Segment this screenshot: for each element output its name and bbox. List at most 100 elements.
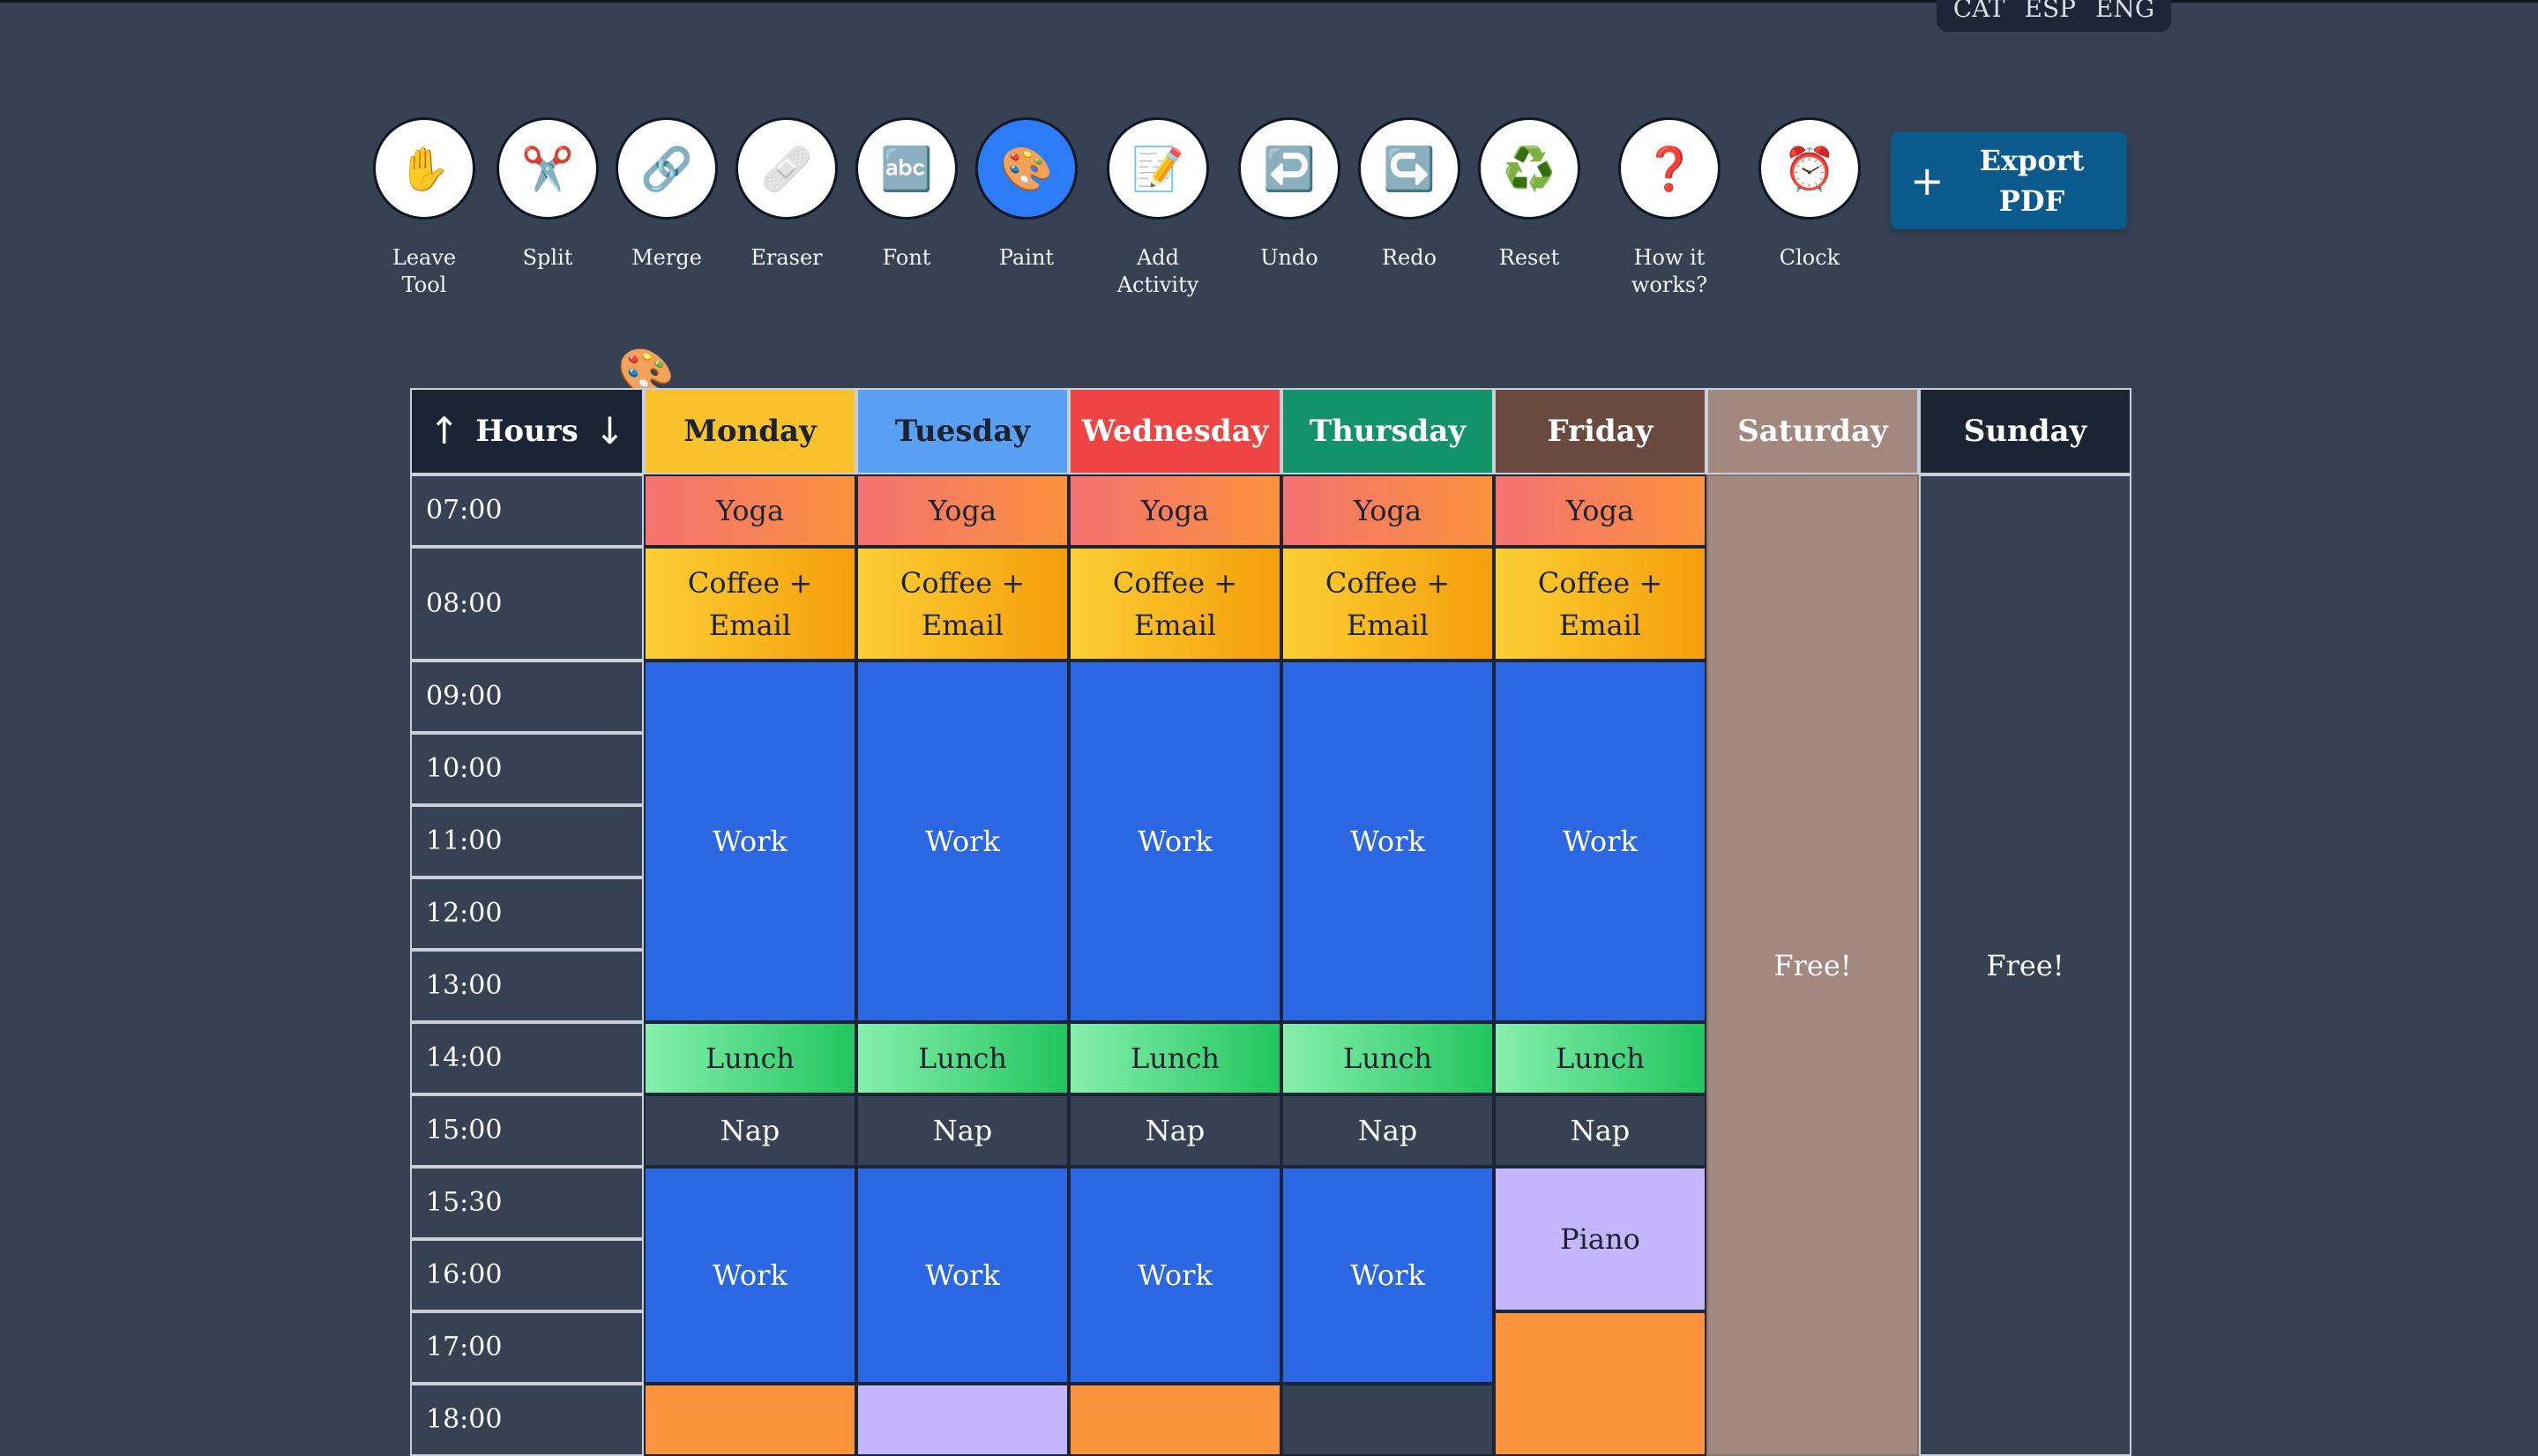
activity-work-tuesday[interactable]: Work [856, 1167, 1069, 1384]
activity-label: Work [713, 825, 788, 858]
activity-yoga-friday[interactable]: Yoga [1494, 474, 1706, 547]
activity-label: Work [1350, 825, 1425, 858]
lang-cat[interactable]: CAT [1953, 0, 2005, 21]
activity-yoga-wednesday[interactable]: Yoga [1069, 474, 1281, 547]
plus-icon: + [1910, 157, 1945, 205]
hour-cell: 15:30 [410, 1167, 644, 1239]
hour-cell: 11:00 [410, 805, 644, 877]
activity-lunch-thursday[interactable]: Lunch [1281, 1022, 1494, 1094]
activity-label: Lunch [918, 1042, 1007, 1075]
palette-icon: 🎨 [975, 117, 1078, 220]
activity-label: Yoga [715, 494, 785, 527]
activity-label: Coffee + Email [1537, 565, 1663, 642]
activity-block-tuesday[interactable] [856, 1384, 1069, 1456]
activity-nap-tuesday[interactable]: Nap [856, 1094, 1069, 1167]
reset-button[interactable]: ♻️ Reset [1459, 117, 1600, 272]
activity-coffee-tuesday[interactable]: Coffee + Email [856, 547, 1069, 661]
day-header-wednesday[interactable]: Wednesday [1069, 388, 1281, 474]
activity-free-sunday[interactable]: Free! [1919, 474, 2131, 1456]
hour-cell: 07:00 [410, 474, 644, 547]
activity-label: Work [925, 825, 1000, 858]
add-activity-label: Add Activity [1116, 245, 1199, 297]
lang-esp[interactable]: ESP [2025, 0, 2076, 21]
activity-label: Piano [1560, 1222, 1640, 1256]
activity-label: Yoga [1565, 494, 1635, 527]
hours-down-arrow-icon[interactable]: ↓ [594, 410, 625, 452]
activity-block-friday[interactable] [1494, 1311, 1706, 1456]
activity-block-monday[interactable] [644, 1384, 856, 1456]
activity-lunch-tuesday[interactable]: Lunch [856, 1022, 1069, 1094]
activity-piano-friday[interactable]: Piano [1494, 1167, 1706, 1311]
alarm-clock-icon: ⏰ [1758, 117, 1861, 220]
hand-icon: ✋ [373, 117, 475, 220]
clock-label: Clock [1779, 245, 1840, 270]
hour-cell: 10:00 [410, 733, 644, 805]
hours-up-arrow-icon[interactable]: ↑ [429, 410, 459, 452]
activity-label: Work [1563, 825, 1638, 858]
activity-coffee-friday[interactable]: Coffee + Email [1494, 547, 1706, 661]
help-label: How it works? [1631, 245, 1708, 297]
export-pdf-button[interactable]: + Export PDF [1891, 132, 2127, 229]
activity-yoga-thursday[interactable]: Yoga [1281, 474, 1494, 547]
activity-work-tuesday[interactable]: Work [856, 661, 1069, 1022]
hour-cell: 13:00 [410, 950, 644, 1022]
undo-icon: ↩️ [1238, 117, 1340, 220]
day-header-monday[interactable]: Monday [644, 388, 856, 474]
activity-yoga-monday[interactable]: Yoga [644, 474, 856, 547]
activity-label: Lunch [1131, 1042, 1220, 1075]
leave-tool-button[interactable]: ✋ Leave Tool [354, 117, 495, 299]
activity-label: Nap [1145, 1114, 1206, 1147]
reset-label: Reset [1498, 245, 1560, 270]
scissors-icon: ✂️ [496, 117, 599, 220]
day-header-tuesday[interactable]: Tuesday [856, 388, 1069, 474]
activity-nap-monday[interactable]: Nap [644, 1094, 856, 1167]
activity-coffee-monday[interactable]: Coffee + Email [644, 547, 856, 661]
activity-coffee-wednesday[interactable]: Coffee + Email [1069, 547, 1281, 661]
lang-eng[interactable]: ENG [2095, 0, 2154, 21]
activity-work-wednesday[interactable]: Work [1069, 1167, 1281, 1384]
day-header-thursday[interactable]: Thursday [1281, 388, 1494, 474]
activity-block-thursday[interactable] [1281, 1384, 1494, 1456]
activity-label: Nap [932, 1114, 993, 1147]
day-header-saturday[interactable]: Saturday [1706, 388, 1919, 474]
recycle-icon: ♻️ [1478, 117, 1580, 220]
paint-button[interactable]: 🎨 Paint [956, 117, 1097, 272]
activity-work-wednesday[interactable]: Work [1069, 661, 1281, 1022]
activity-lunch-friday[interactable]: Lunch [1494, 1022, 1706, 1094]
activity-label: Coffee + Email [899, 565, 1026, 642]
activity-nap-thursday[interactable]: Nap [1281, 1094, 1494, 1167]
activity-yoga-tuesday[interactable]: Yoga [856, 474, 1069, 547]
activity-lunch-monday[interactable]: Lunch [644, 1022, 856, 1094]
activity-work-thursday[interactable]: Work [1281, 661, 1494, 1022]
activity-work-monday[interactable]: Work [644, 661, 856, 1022]
clock-button[interactable]: ⏰ Clock [1739, 117, 1880, 272]
activity-label: Work [1350, 1258, 1425, 1292]
activity-label: Nap [1357, 1114, 1418, 1147]
day-header-friday[interactable]: Friday [1494, 388, 1706, 474]
activity-label: Yoga [1140, 494, 1210, 527]
activity-nap-friday[interactable]: Nap [1494, 1094, 1706, 1167]
hour-cell: 18:00 [410, 1384, 644, 1456]
add-activity-button[interactable]: 📝 Add Activity [1087, 117, 1228, 299]
activity-lunch-wednesday[interactable]: Lunch [1069, 1022, 1281, 1094]
activity-coffee-thursday[interactable]: Coffee + Email [1281, 547, 1494, 661]
activity-work-friday[interactable]: Work [1494, 661, 1706, 1022]
abc-icon: 🔤 [855, 117, 958, 220]
activity-work-monday[interactable]: Work [644, 1167, 856, 1384]
hour-cell: 16:00 [410, 1239, 644, 1311]
export-label-line1: Export [1979, 144, 2085, 177]
activity-block-wednesday[interactable] [1069, 1384, 1281, 1456]
memo-icon: 📝 [1107, 117, 1209, 220]
activity-label: Yoga [928, 494, 997, 527]
activity-label: Coffee + Email [1112, 565, 1238, 642]
hour-cell: 12:00 [410, 877, 644, 950]
activity-free-saturday[interactable]: Free! [1706, 474, 1919, 1456]
day-header-sunday[interactable]: Sunday [1919, 388, 2131, 474]
activity-work-thursday[interactable]: Work [1281, 1167, 1494, 1384]
activity-label: Work [713, 1258, 788, 1292]
activity-nap-wednesday[interactable]: Nap [1069, 1094, 1281, 1167]
export-label-line2: PDF [1998, 184, 2065, 218]
activity-label: Yoga [1353, 494, 1422, 527]
help-button[interactable]: ❓ How it works? [1599, 117, 1740, 299]
hours-header: ↑ Hours ↓ [410, 388, 644, 474]
